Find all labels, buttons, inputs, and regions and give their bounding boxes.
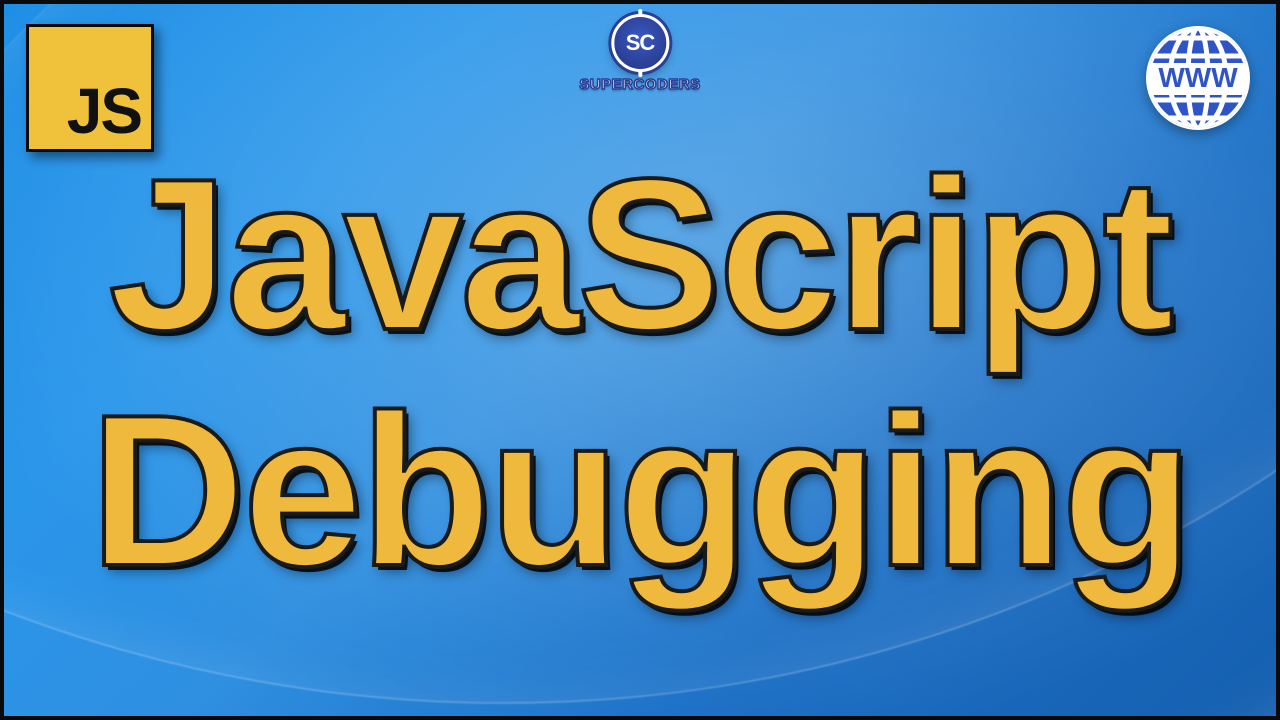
title-line-1: JavaScript bbox=[109, 144, 1172, 364]
supercoders-initials: SC bbox=[626, 30, 655, 56]
supercoders-label: SUPERCODERS bbox=[579, 76, 700, 93]
supercoders-compass-icon: SC bbox=[611, 14, 669, 72]
www-label: WWW bbox=[1158, 62, 1238, 93]
thumbnail-frame: JS SC SUPERCODERS WWW JavaScript Debuggi… bbox=[0, 0, 1280, 720]
title: JavaScript Debugging bbox=[4, 144, 1276, 716]
supercoders-logo: SC SUPERCODERS bbox=[579, 14, 700, 93]
www-globe-icon: WWW bbox=[1138, 18, 1258, 138]
title-line-2: Debugging bbox=[90, 380, 1191, 600]
